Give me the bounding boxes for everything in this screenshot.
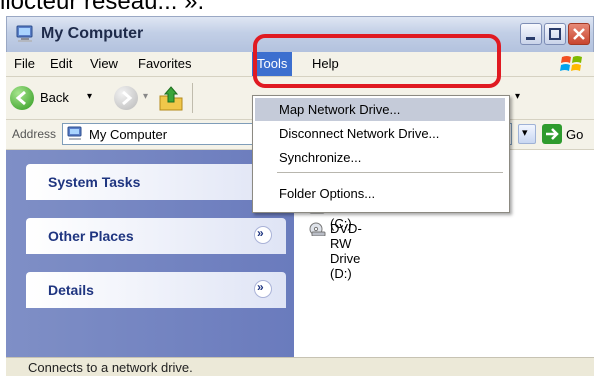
go-arrow-icon[interactable]	[542, 124, 562, 144]
task-section-other-places[interactable]: Other Places »	[26, 218, 286, 254]
windows-logo-icon	[560, 56, 582, 71]
menu-item-folder-options[interactable]: Folder Options...	[255, 182, 505, 205]
expand-chevron-icon[interactable]: »	[254, 280, 272, 298]
drive-label: DVD-RW Drive (D:)	[330, 221, 362, 281]
task-section-details[interactable]: Details »	[26, 272, 286, 308]
menu-edit[interactable]: Edit	[50, 56, 72, 71]
status-text: Connects to a network drive.	[28, 360, 193, 375]
task-section-label: Details	[48, 282, 94, 298]
menu-item-disconnect-network-drive[interactable]: Disconnect Network Drive...	[255, 122, 505, 145]
menu-item-map-network-drive[interactable]: Map Network Drive...	[255, 98, 505, 121]
dvd-drive-icon	[309, 222, 326, 236]
task-pane: System Tasks » Other Places » Details »	[6, 150, 294, 357]
address-label: Address	[12, 127, 57, 141]
close-button[interactable]	[568, 23, 590, 45]
my-computer-icon	[16, 25, 33, 42]
back-arrow-icon	[10, 86, 34, 110]
back-dropdown-icon[interactable]: ▾	[87, 91, 92, 102]
chevron-down-icon: ▾	[522, 127, 528, 139]
task-section-label: System Tasks	[48, 174, 141, 190]
minimize-icon	[526, 37, 535, 40]
address-dropdown-button[interactable]: ▾	[518, 124, 536, 144]
close-icon	[573, 28, 585, 40]
menu-favorites[interactable]: Favorites	[138, 56, 191, 71]
caption-fragment: llocteur réseau... ».	[0, 0, 205, 15]
menu-item-synchronize[interactable]: Synchronize...	[255, 146, 505, 169]
expand-chevron-icon[interactable]: »	[254, 226, 272, 244]
address-value: My Computer	[89, 127, 168, 142]
task-section-label: Other Places	[48, 228, 134, 244]
window-title: My Computer	[41, 25, 144, 42]
my-computer-icon	[67, 126, 82, 140]
back-label: Back	[40, 90, 69, 105]
menu-file[interactable]: File	[14, 56, 35, 71]
status-bar: Connects to a network drive.	[6, 357, 594, 376]
toolbar-separator	[192, 83, 193, 113]
menu-separator	[277, 172, 503, 173]
forward-arrow-icon[interactable]	[114, 86, 138, 110]
minimize-button[interactable]	[520, 23, 542, 45]
maximize-button[interactable]	[544, 23, 566, 45]
tools-dropdown-menu: Map Network Drive... Disconnect Network …	[252, 95, 510, 213]
task-section-system-tasks[interactable]: System Tasks »	[26, 164, 286, 200]
views-dropdown-icon[interactable]: ▾	[515, 91, 520, 102]
menu-view[interactable]: View	[90, 56, 118, 71]
explorer-window: My Computer File Edit View Favorites Too…	[6, 16, 594, 376]
maximize-icon	[549, 28, 561, 40]
folder-up-icon[interactable]	[158, 84, 184, 112]
forward-dropdown-icon[interactable]: ▾	[143, 91, 148, 102]
highlight-annotation	[253, 34, 501, 88]
go-button-label[interactable]: Go	[566, 127, 583, 142]
